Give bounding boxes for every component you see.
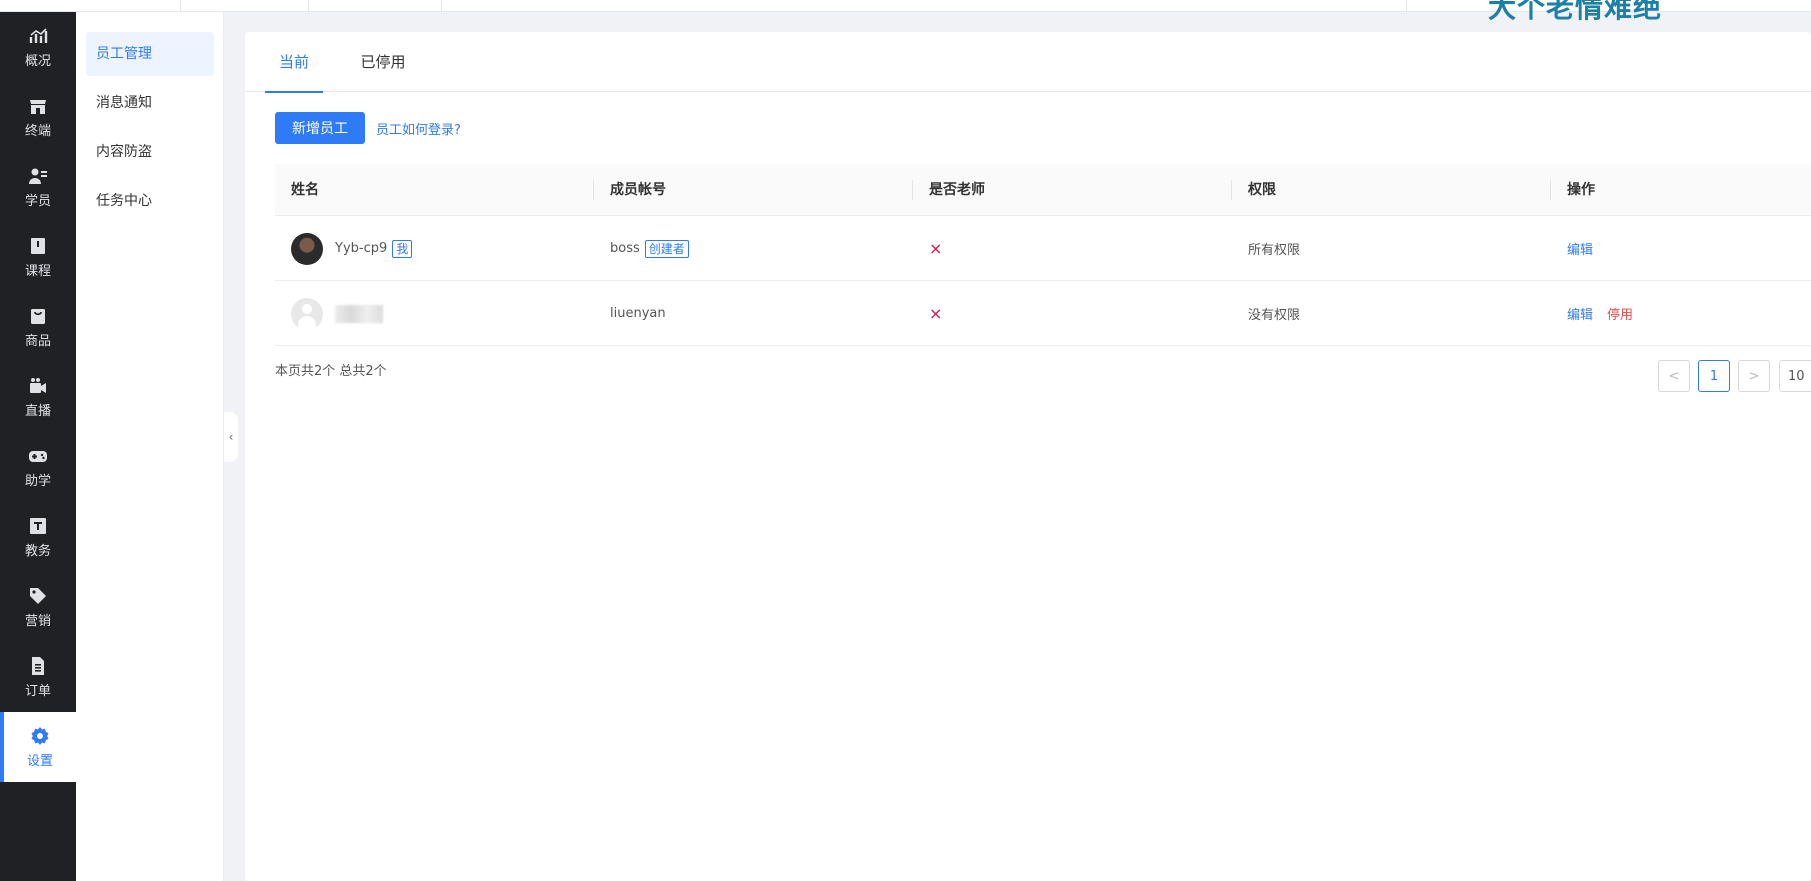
nav-item-products[interactable]: 商品 [0,292,76,362]
page-size-select[interactable]: 10 [1779,360,1811,392]
tab-current[interactable]: 当前 [265,32,323,93]
table-row: liuenyan × 没有权限 编辑 停用 [275,281,1811,346]
permission-cell: 没有权限 [1248,308,1301,323]
nav-item-overview[interactable]: 概况 [0,12,76,82]
nav-item-marketing[interactable]: 营销 [0,572,76,642]
header-divider [180,0,181,12]
calendar-icon [30,517,46,534]
subnav-item-content-protection[interactable]: 内容防盗 [86,130,214,174]
nav-label: 直播 [24,403,51,419]
redacted-name [335,304,383,323]
nav-label: 教务 [24,543,51,559]
header-actions: 操作 [1567,182,1595,198]
header-permission: 权限 [1248,182,1276,198]
add-staff-button[interactable]: 新增员工 [275,112,365,144]
nav-item-settings[interactable]: 设置 [0,712,76,782]
actions-cell: 编辑 停用 [1567,281,1647,346]
header-account: 成员帐号 [610,182,666,198]
subnav-item-notifications[interactable]: 消息通知 [86,81,214,125]
staff-panel: 当前 已停用 新增员工 员工如何登录? 姓名 成员帐号 是否老师 权限 操作 Y… [245,32,1811,881]
nav-item-courses[interactable]: 课程 [0,222,76,292]
cross-icon: × [929,304,943,323]
account-name: liuenyan [610,306,666,321]
prev-page-button[interactable]: < [1658,360,1690,392]
book-icon [31,237,45,254]
cross-icon: × [929,239,943,258]
nav-label: 订单 [24,683,51,699]
disable-link[interactable]: 停用 [1607,304,1633,323]
permission-cell: 所有权限 [1248,243,1301,258]
settings-subnav: 员工管理 消息通知 内容防盗 任务中心 [76,12,224,881]
header-divider [308,0,309,12]
chevron-right-icon: > [1748,368,1760,384]
staff-name: Yyb-cp9 [335,241,388,256]
tab-disabled[interactable]: 已停用 [355,32,411,92]
top-header: 大个老情难绝 [0,0,1811,24]
nav-item-study-aid[interactable]: 助学 [0,432,76,502]
chevron-left-icon: ‹ [228,430,234,444]
video-icon [30,377,46,393]
chevron-left-icon: < [1668,368,1680,384]
staff-table: 姓名 成员帐号 是否老师 权限 操作 Yyb-cp9 我 boss 创建者 × [275,164,1811,346]
nav-label: 终端 [24,123,51,139]
nav-item-students[interactable]: 学员 [0,152,76,222]
creator-badge: 创建者 [644,239,689,258]
tab-bar: 当前 已停用 [245,32,1811,93]
header-name: 姓名 [291,182,319,198]
avatar [291,297,323,330]
actions-cell: 编辑 [1567,216,1607,281]
nav-label: 概况 [24,53,51,69]
edit-link[interactable]: 编辑 [1567,239,1593,258]
account-cell: boss 创建者 [610,216,689,281]
edit-link[interactable]: 编辑 [1567,304,1593,323]
chart-icon [29,27,48,43]
nav-item-terminal[interactable]: 终端 [0,82,76,152]
nav-label: 课程 [24,263,51,279]
nav-label: 助学 [24,473,51,489]
self-badge: 我 [392,239,413,258]
bag-icon [31,308,45,324]
is-teacher-cell: × [929,216,942,281]
gamepad-icon [29,450,47,462]
name-cell [291,281,383,346]
login-help-link[interactable]: 员工如何登录? [376,119,461,138]
account-name: boss [610,241,640,256]
main-nav-rail: 概况 终端 学员 课程 商品 直播 助学 教务 营销 订单 设置 [0,12,76,881]
sidebar-collapse-toggle[interactable]: ‹ [224,412,238,462]
column-divider [912,180,913,200]
account-cell: liuenyan [610,281,666,346]
avatar [291,232,323,265]
nav-label: 设置 [26,753,53,769]
is-teacher-cell: × [929,281,942,346]
nav-label: 商品 [24,333,51,349]
gear-icon [31,726,49,745]
nav-label: 学员 [24,193,51,209]
page-number-button[interactable]: 1 [1698,360,1730,392]
header-is-teacher: 是否老师 [929,182,985,198]
nav-item-live[interactable]: 直播 [0,362,76,432]
table-header: 姓名 成员帐号 是否老师 权限 操作 [275,164,1811,216]
subnav-item-task-center[interactable]: 任务中心 [86,179,214,223]
document-icon [32,656,44,675]
students-icon [29,168,47,184]
column-divider [593,180,594,200]
header-divider [441,0,442,12]
store-icon [30,99,46,114]
nav-label: 营销 [24,613,51,629]
header-divider [1406,0,1407,12]
table-row: Yyb-cp9 我 boss 创建者 × 所有权限 编辑 [275,216,1811,281]
subnav-item-staff[interactable]: 员工管理 [86,32,214,76]
page-summary: 本页共2个 总共2个 [275,364,387,379]
column-divider [1231,180,1232,200]
column-divider [1550,180,1551,200]
next-page-button[interactable]: > [1738,360,1770,392]
name-cell: Yyb-cp9 我 [291,216,413,281]
banner-text: 大个老情难绝 [1488,0,1663,24]
tag-icon [30,587,46,604]
nav-item-orders[interactable]: 订单 [0,642,76,712]
nav-item-academic[interactable]: 教务 [0,502,76,572]
